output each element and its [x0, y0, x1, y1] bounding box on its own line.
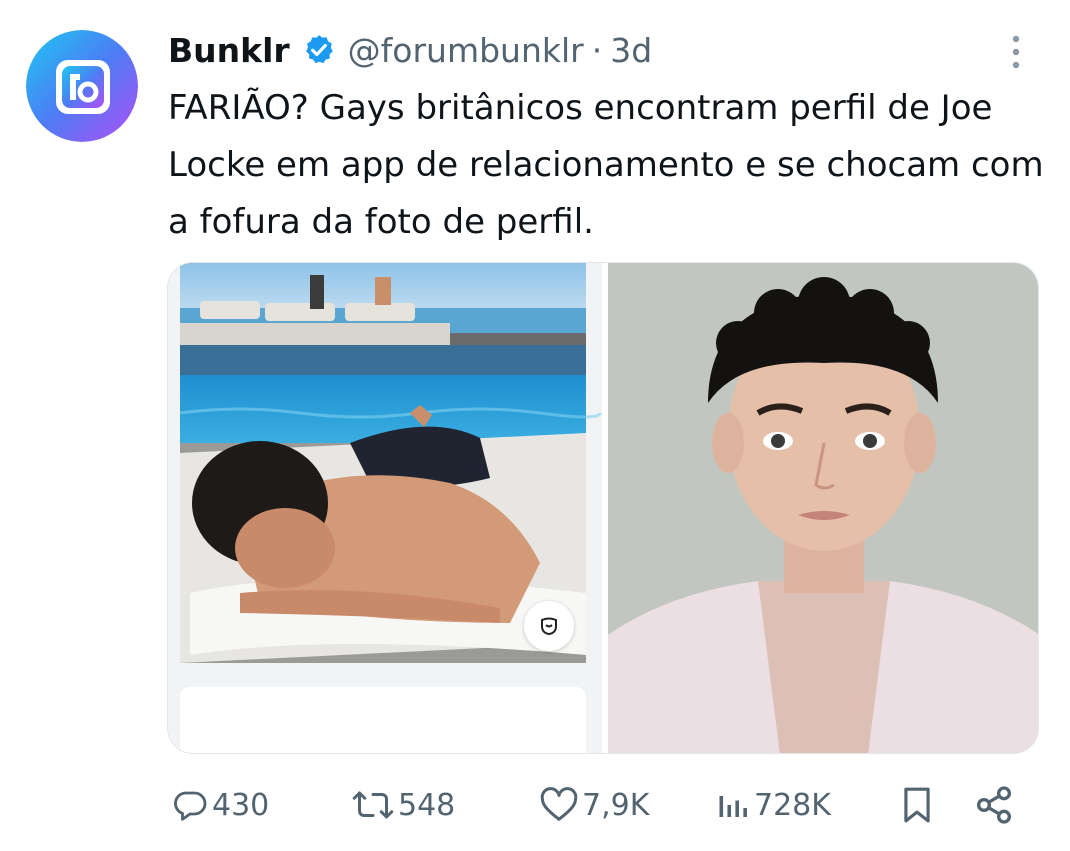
heart-icon [540, 787, 578, 821]
views-icon [719, 796, 747, 817]
views-button[interactable]: 728K [716, 780, 831, 830]
tweet-header: Bunklr @forumbunklr · 3d [168, 26, 652, 74]
action-bar: 430 548 7,9K 728K [0, 780, 1070, 830]
portrait-photo [608, 263, 1038, 753]
retweet-count: 548 [398, 787, 456, 823]
avatar[interactable] [26, 30, 138, 142]
share-icon [976, 786, 1012, 824]
pool-photo [168, 263, 602, 753]
media-image-1[interactable] [168, 263, 602, 753]
reply-button[interactable]: 430 [172, 780, 269, 830]
caption-card [180, 687, 586, 753]
display-name[interactable]: Bunklr [168, 31, 290, 70]
like-count: 7,9K [582, 787, 650, 823]
photo-badge [524, 601, 574, 651]
view-count: 728K [754, 787, 831, 823]
bookmark-button[interactable] [900, 780, 934, 830]
tweet-text: FARIÃO? Gays britânicos encontram perfil… [168, 88, 1044, 242]
media-grid [167, 262, 1039, 754]
user-handle[interactable]: @forumbunklr [348, 31, 584, 70]
verified-badge-icon [302, 33, 336, 67]
more-options-button[interactable] [1000, 32, 1032, 72]
bookmark-icon [904, 787, 930, 823]
reply-count: 430 [212, 787, 270, 823]
reply-icon [174, 791, 207, 821]
more-vertical-icon [1012, 35, 1020, 69]
timestamp[interactable]: 3d [610, 31, 652, 70]
media-image-2[interactable] [608, 263, 1038, 753]
retweet-button[interactable]: 548 [352, 780, 455, 830]
like-button[interactable]: 7,9K [540, 780, 649, 830]
retweet-icon [352, 791, 394, 819]
rose-icon [541, 617, 557, 636]
share-button[interactable] [974, 780, 1014, 830]
separator-dot: · [591, 30, 603, 70]
bunklr-logo-icon [26, 30, 138, 142]
